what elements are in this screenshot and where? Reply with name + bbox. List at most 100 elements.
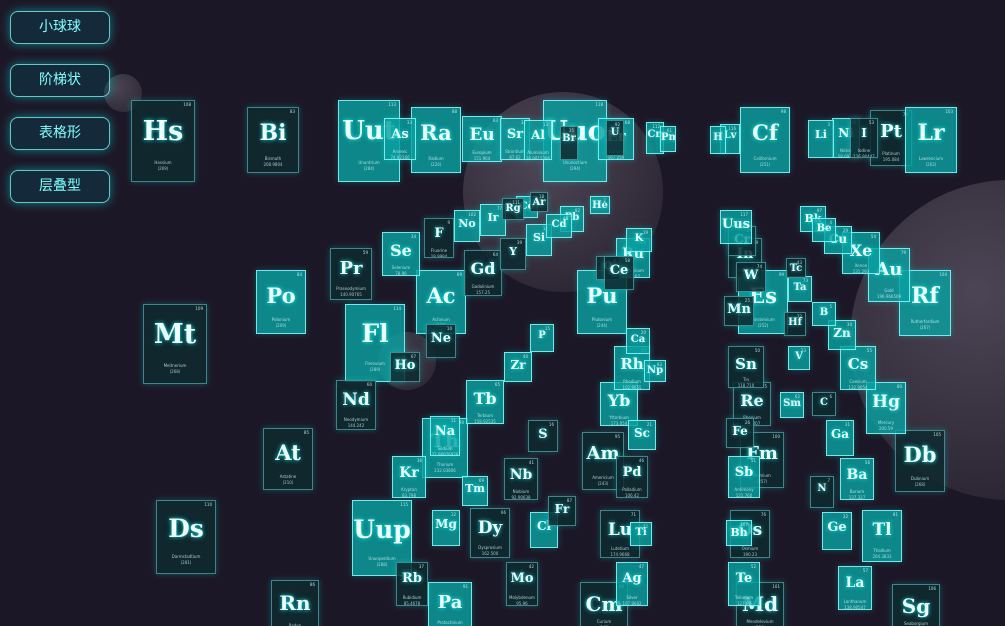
element-name: Plutonium [591,317,613,322]
atomic-number: 113 [388,102,396,107]
element-card-rg[interactable]: 111 Rg [502,198,524,220]
element-card-po[interactable]: 84 Po Polonium (209) [256,270,306,334]
table-layout-button[interactable]: 表格形 [10,117,110,150]
element-card-mt[interactable]: 109 Mt Meitnerium (268) [143,304,207,384]
element-card-sc[interactable]: 21 Sc [628,420,656,450]
element-card-la[interactable]: 57 La Lanthanum 138.90547 [838,566,872,610]
atomic-weight: 157.25 [476,290,490,295]
element-card-c[interactable]: 6C [812,392,836,416]
element-card-cd[interactable]: 48 Cd [546,214,572,238]
element-card-te[interactable]: 52 Te Tellurium 127.60 [728,562,760,606]
element-card-dy[interactable]: 66 Dy Dysprosium 162.500 [470,508,510,558]
element-card-y[interactable]: 39 Y [500,238,526,270]
element-card-kr[interactable]: 36 Kr Krypton 83.798 [392,456,426,498]
element-card-mo[interactable]: 42 Mo Molybdenum 95.96 [506,562,538,606]
element-card-ti[interactable]: 22 Ti [630,522,652,546]
element-card-ba[interactable]: 56 Ba Barium 137.327 [840,458,874,500]
element-card-ne[interactable]: 10 Ne [426,324,456,358]
element-card-np[interactable]: 93 Np [644,360,666,382]
element-symbol: Ta [793,282,807,293]
element-card-nb[interactable]: 41 Nb Niobium 92.90638 [504,458,538,500]
element-card-s[interactable]: 16 S [528,420,558,452]
periodic-table-3d-stage[interactable]: 108 Hs Hassium (269) 83 Bi Bismuth 208.9804 113 U… [0,0,1005,626]
element-card-tm[interactable]: 69 Tm [462,476,488,506]
element-name: Tin [743,377,749,382]
element-card-b[interactable]: 5B [812,302,836,326]
element-card-cs[interactable]: 55 Cs Caesium 132.9054 [840,346,876,390]
element-card-v[interactable]: 23 V [788,346,810,370]
element-card-pr[interactable]: 59 Pr Praseodymium 140.90765 [330,248,372,300]
element-card-fr[interactable]: 87 Fr [548,496,576,526]
element-card-db[interactable]: 105 Db Dubnium (268) [895,430,945,492]
element-card-pa[interactable]: 91PaProtactinium231.03588 [428,582,472,626]
element-symbol: Tm [465,482,485,495]
atomic-number: 115 [400,502,408,507]
element-card-ds[interactable]: 110 Ds Darmstadtium (281) [156,500,216,574]
element-card-bi[interactable]: 83 Bi Bismuth 208.9804 [247,107,299,173]
element-card-no[interactable]: 102 No [454,210,480,242]
element-card-ho[interactable]: 67 Ho [390,352,420,382]
element-card-ta[interactable]: 73 Ta [788,276,812,302]
element-card-pm[interactable]: 61Pm [660,126,676,152]
element-card-ge[interactable]: 32 Ge [822,512,852,550]
element-card-bh[interactable]: 107 Bh [726,520,752,546]
element-card-ar[interactable]: 18 Ar [530,192,548,212]
element-card-ce[interactable]: 58 Ce [604,256,634,290]
element-card-u[interactable]: 92 U [606,120,624,156]
element-card-br[interactable]: 35 Br [560,126,578,160]
element-card-tl[interactable]: 81 Tl Thallium 204.3833 [862,510,902,562]
element-card-p[interactable]: 15 P [530,324,554,352]
atomic-weight: 107.8682 [622,601,642,606]
element-card-se[interactable]: 34 Se Selenium 78.96 [382,232,420,276]
element-card-eu[interactable]: 63 Eu Europium 151.964 [462,116,502,162]
element-card-he[interactable]: 2 He [590,196,610,214]
element-card-k[interactable]: 19 K [626,228,652,252]
atomic-weight: 127.60 [737,601,751,606]
staircase-layout-button[interactable]: 阶梯状 [10,64,110,97]
element-card-be[interactable]: 4 Be [812,218,836,242]
element-name: Mercury [877,420,895,425]
element-card-tb[interactable]: 65 Tb Terbium 158.92535 [466,380,504,424]
element-card-pd[interactable]: 46 Pd Palladium 106.42 [616,456,648,498]
element-card-nd[interactable]: 60 Nd Neodymium 144.242 [336,380,376,430]
element-card-sb[interactable]: 51 Sb Antimony 121.760 [728,456,760,498]
element-card-tc[interactable]: 43 Tc [786,258,806,278]
element-card-cf[interactable]: 98 Cf Californium (251) [740,107,790,173]
element-card-al[interactable]: 13 Al Aluminium 26.9815386 [524,120,552,160]
element-card-h[interactable]: 1H [710,126,726,154]
element-card-uus[interactable]: 117 Uus [720,210,752,244]
element-card-li[interactable]: 3 Li [808,120,834,158]
element-card-hf[interactable]: 72 Hf [784,312,806,336]
element-card-mg[interactable]: 12 Mg [432,510,460,546]
element-symbol: Ra [420,120,452,145]
element-symbol: P [538,330,546,341]
element-card-n[interactable]: 7N [810,476,834,508]
element-name: Thorium [436,462,454,467]
element-card-gd[interactable]: 64 Gd Gadolinium 157.25 [464,250,502,296]
element-card-ca[interactable]: 20 Ca [626,328,650,354]
element-card-sg[interactable]: 106SgSeaborgium(271) [892,584,940,626]
element-card-as[interactable]: 33 As Arsenic 74.92160 [384,118,416,160]
element-card-hs[interactable]: 108 Hs Hassium (269) [131,100,195,182]
element-card-ga[interactable]: 31 Ga [826,420,854,456]
element-card-zr[interactable]: 40 Zr [504,352,532,382]
element-card-sm[interactable]: 62 Sm [780,392,804,418]
element-card-na[interactable]: 11 Na Sodium 22.98976928 [430,416,460,456]
element-symbol: Gd [470,259,496,278]
element-card-i[interactable]: 53 I Iodine 126.90447 [850,118,878,158]
sphere-layout-button[interactable]: 小球球 [10,11,110,44]
element-card-rn[interactable]: 86RnRadon(222) [271,580,319,626]
element-card-sn[interactable]: 50 Sn Tin 118.710 [728,346,764,388]
element-card-mn[interactable]: 25 Mn [724,296,754,326]
element-symbol: Yb [607,391,631,410]
element-name: Terbium [477,413,493,418]
element-card-rb[interactable]: 37 Rb Rubidium 85.4678 [396,562,428,606]
element-card-ag[interactable]: 47 Ag Silver 107.8682 [616,562,648,606]
element-card-f[interactable]: 9 F Fluorine 18.9984 [424,218,454,258]
element-card-at[interactable]: 85 At Astatine (210) [263,428,313,490]
element-card-ra[interactable]: 88 Ra Radium (226) [411,107,461,173]
element-card-fe[interactable]: 26 Fe [726,418,754,448]
element-card-lr[interactable]: 103 Lr Lawrencium (262) [905,107,957,173]
element-card-w[interactable]: 74 W [736,262,766,292]
stacked-layout-button[interactable]: 层叠型 [10,170,110,203]
